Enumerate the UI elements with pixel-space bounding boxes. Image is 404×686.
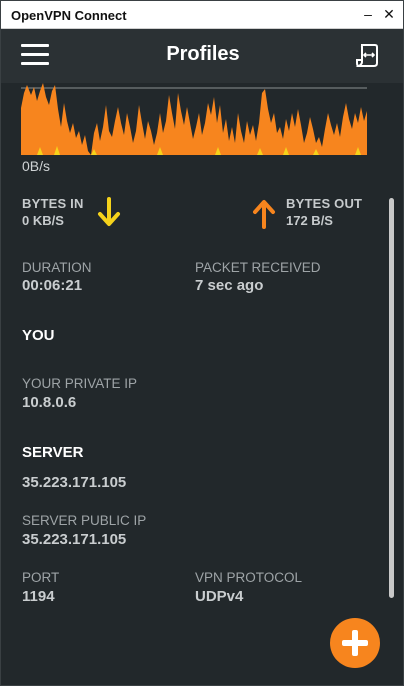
server-public-ip-value: 35.223.171.105 <box>22 531 127 548</box>
traffic-graph <box>21 83 367 155</box>
packet-received-label: PACKET RECEIVED <box>195 260 321 275</box>
duration-value: 00:06:21 <box>22 277 83 294</box>
title-bar: OpenVPN Connect – ✕ <box>1 1 403 29</box>
private-ip-label: YOUR PRIVATE IP <box>22 376 138 391</box>
bytes-in-label: BYTES IN <box>22 196 84 211</box>
graph-scale-label: 0B/s <box>22 158 51 174</box>
server-heading: SERVER <box>22 444 84 461</box>
you-heading: YOU <box>22 327 55 344</box>
server-public-ip-label: SERVER PUBLIC IP <box>22 513 147 528</box>
bytes-in-value: 0 KB/S <box>22 213 64 228</box>
app-header: Profiles <box>1 29 403 83</box>
page-title: Profiles <box>166 43 240 65</box>
server-host: 35.223.171.105 <box>22 474 127 491</box>
add-icon-stroke <box>352 630 358 656</box>
port-value: 1194 <box>22 588 55 605</box>
vpn-protocol-value: UDPv4 <box>195 588 244 605</box>
add-profile-button[interactable] <box>330 618 380 668</box>
app-window: OpenVPN Connect – ✕ Profiles 0B/s BYTES … <box>0 0 404 686</box>
private-ip-value: 10.8.0.6 <box>22 394 77 411</box>
duration-label: DURATION <box>22 260 92 275</box>
window-title: OpenVPN Connect <box>11 8 127 23</box>
bytes-out-label: BYTES OUT <box>286 196 363 211</box>
upload-arrow-icon <box>253 200 275 229</box>
close-button[interactable]: ✕ <box>380 5 398 23</box>
packet-received-value: 7 sec ago <box>195 277 264 294</box>
port-label: PORT <box>22 570 60 585</box>
vertical-scrollbar[interactable] <box>389 198 394 598</box>
minimize-button[interactable]: – <box>359 5 377 23</box>
download-arrow-icon <box>98 197 120 226</box>
import-profile-icon[interactable] <box>355 42 381 68</box>
connection-stats-panel: 0B/s BYTES IN 0 KB/S BYTES OUT 172 B/S D… <box>1 83 403 685</box>
bytes-out-value: 172 B/S <box>286 213 333 228</box>
vpn-protocol-label: VPN PROTOCOL <box>195 570 303 585</box>
